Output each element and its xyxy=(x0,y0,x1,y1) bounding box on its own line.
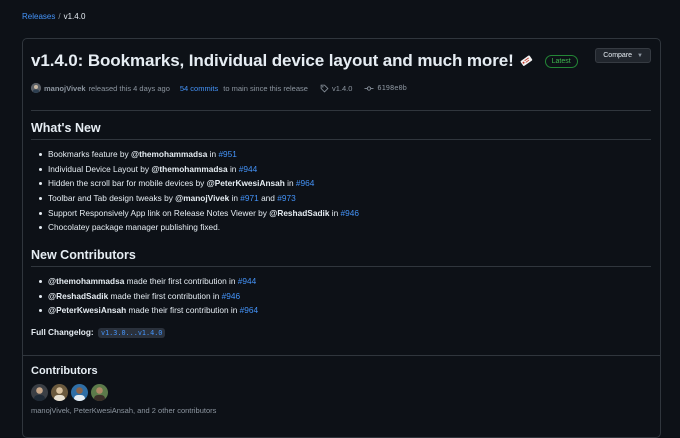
user-mention[interactable]: @themohammadsa xyxy=(151,164,227,174)
item-text: in xyxy=(227,163,239,174)
list-item: @ReshadSadik made their first contributi… xyxy=(39,289,258,304)
list-item: Chocolatey package manager publishing fi… xyxy=(39,220,359,235)
list-item: @PeterKwesiAnsah made their first contri… xyxy=(39,303,258,318)
compare-button-label: Compare xyxy=(603,52,633,59)
user-mention[interactable]: @manojVivek xyxy=(175,193,229,203)
pr-link[interactable]: #964 xyxy=(240,305,258,315)
tag-icon xyxy=(320,84,329,92)
pr-link[interactable]: #964 xyxy=(296,178,314,188)
item-text: in xyxy=(229,193,241,204)
avatar[interactable] xyxy=(31,384,48,401)
breadcrumb-separator: / xyxy=(58,12,61,21)
full-changelog: Full Changelog: v1.3.0...v1.4.0 xyxy=(31,327,166,338)
item-text: Chocolatey package manager publishing fi… xyxy=(48,222,221,233)
item-text: Bookmarks feature by xyxy=(48,149,132,159)
changelog-range-link[interactable]: v1.3.0...v1.4.0 xyxy=(98,328,166,338)
user-mention[interactable]: @ReshadSadik xyxy=(48,291,108,301)
latest-badge: Latest xyxy=(544,54,578,68)
commits-info: 54 commits to main since this release xyxy=(180,84,308,93)
item-text: made their first contribution in xyxy=(108,290,222,301)
pr-link[interactable]: #971 xyxy=(240,193,258,203)
pr-link[interactable]: #973 xyxy=(277,193,295,203)
new-contributors-list: @themohammadsa made their first contribu… xyxy=(39,274,258,318)
release-card: v1.4.0: Bookmarks, Individual device lay… xyxy=(22,38,661,438)
list-item: @themohammadsa made their first contribu… xyxy=(39,274,258,289)
pr-link[interactable]: #951 xyxy=(218,149,236,159)
item-text: Individual Device Layout by xyxy=(48,163,152,174)
item-text: Hidden the scroll bar for mobile devices… xyxy=(48,178,207,189)
list-item: Bookmarks feature by @themohammadsa in #… xyxy=(39,147,359,162)
meta-divider xyxy=(31,110,651,111)
item-text: Toolbar and Tab design tweaks by xyxy=(48,193,176,204)
commit-sha: 6198e0b xyxy=(377,84,407,92)
list-item: Support Responsively App link on Release… xyxy=(39,206,359,221)
compare-button[interactable]: Compare ▼ xyxy=(595,48,651,63)
release-tag-label: v1.4.0 xyxy=(331,83,353,93)
release-commit[interactable]: 6198e0b xyxy=(364,84,407,93)
pr-link[interactable]: #944 xyxy=(239,164,257,174)
pr-link[interactable]: #946 xyxy=(341,208,359,218)
new-contributors-heading: New Contributors xyxy=(31,248,136,262)
breadcrumb-current: v1.4.0 xyxy=(63,12,86,21)
whats-new-list: Bookmarks feature by @themohammadsa in #… xyxy=(39,147,359,235)
item-text: in xyxy=(207,149,219,159)
release-title: v1.4.0: Bookmarks, Individual device lay… xyxy=(31,51,514,70)
author-link[interactable]: manojVivek xyxy=(44,84,86,93)
whats-new-divider xyxy=(31,139,651,140)
avatar[interactable] xyxy=(71,384,88,401)
avatar[interactable] xyxy=(51,384,68,401)
user-mention[interactable]: @themohammadsa xyxy=(48,276,124,286)
pr-link[interactable]: #946 xyxy=(222,291,240,301)
release-meta: manojVivek released this 4 days ago 54 c… xyxy=(31,83,407,93)
user-mention[interactable]: @ReshadSadik xyxy=(269,208,329,218)
user-mention[interactable]: @PeterKwesiAnsah xyxy=(207,178,285,188)
release-tag[interactable]: v1.4.0 xyxy=(320,84,352,93)
released-text: released this 4 days ago xyxy=(88,83,170,93)
author-avatar[interactable] xyxy=(31,83,41,93)
label-emoji-icon xyxy=(519,54,533,68)
list-item: Individual Device Layout by @themohammad… xyxy=(39,162,359,177)
release-title-row: v1.4.0: Bookmarks, Individual device lay… xyxy=(31,51,578,71)
avatar[interactable] xyxy=(91,384,108,401)
item-text: made their first contribution in xyxy=(126,305,240,316)
breadcrumb-releases-link[interactable]: Releases xyxy=(22,12,55,21)
user-mention[interactable]: @themohammadsa xyxy=(131,149,207,159)
item-text: made their first contribution in xyxy=(124,276,238,286)
contributors-summary: manojVivek, PeterKwesiAnsah, and 2 other… xyxy=(31,406,217,415)
contributor-avatars xyxy=(31,384,108,401)
new-contributors-divider xyxy=(31,266,651,267)
item-text: in xyxy=(329,207,341,218)
user-mention[interactable]: @PeterKwesiAnsah xyxy=(48,305,126,315)
pr-link[interactable]: #944 xyxy=(238,276,256,286)
contributors-divider xyxy=(23,355,660,356)
commits-suffix: to main since this release xyxy=(221,83,308,93)
item-text: Support Responsively App link on Release… xyxy=(48,207,270,218)
breadcrumb: Releases / v1.4.0 xyxy=(22,12,85,21)
list-item: Hidden the scroll bar for mobile devices… xyxy=(39,176,359,191)
contributors-heading: Contributors xyxy=(31,365,98,377)
whats-new-heading: What's New xyxy=(31,121,101,135)
git-commit-icon xyxy=(364,85,374,91)
item-text: and xyxy=(258,193,278,204)
commits-link[interactable]: 54 commits xyxy=(180,84,218,93)
item-text: in xyxy=(284,178,296,189)
chevron-down-icon: ▼ xyxy=(637,52,643,59)
list-item: Toolbar and Tab design tweaks by @manojV… xyxy=(39,191,359,206)
changelog-label: Full Changelog: xyxy=(31,327,94,337)
